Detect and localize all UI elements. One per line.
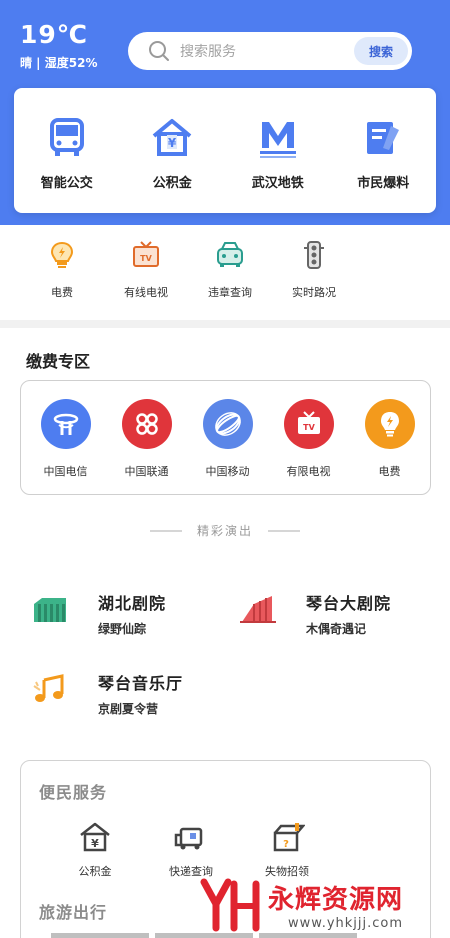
report-icon (367, 122, 400, 154)
payment-section-title: 缴费专区 (26, 352, 91, 371)
convenience-row: ¥ 公积金 快递查询 ? 失物招领 (47, 821, 335, 879)
search-input[interactable]: 搜索服务 (180, 41, 354, 61)
pay-electricity[interactable]: 电费 (349, 381, 430, 494)
payment-label: 有限电视 (286, 465, 331, 478)
service-housing-fund[interactable]: ¥ 公积金 (120, 88, 226, 213)
payment-label: 中国电信 (43, 465, 88, 478)
svg-text:¥: ¥ (91, 837, 99, 850)
quick-cable-tv[interactable]: TV 有线电视 (104, 240, 188, 300)
quick-service-label: 电费 (51, 286, 73, 299)
tv-icon: TV (283, 399, 334, 449)
quick-traffic-status[interactable]: 实时路况 (272, 240, 356, 300)
payment-label: 中国移动 (205, 465, 250, 478)
service-label: 武汉地铁 (251, 176, 304, 191)
tv-icon: TV (133, 241, 159, 267)
lost-found-box-icon: ? (273, 823, 305, 852)
bus-icon (49, 118, 84, 156)
payment-label: 中国联通 (124, 465, 169, 478)
china-unicom-icon (121, 399, 172, 449)
travel-title: 旅游出行 (39, 903, 108, 922)
venue-show: 京剧夏令营 (98, 702, 159, 716)
section-divider (0, 320, 450, 328)
divider-line (150, 529, 182, 532)
venue-qintai-grand-theater[interactable]: 琴台大剧院 木偶奇遇记 (240, 590, 391, 637)
china-telecom-icon (40, 399, 91, 449)
venue-show: 绿野仙踪 (98, 622, 147, 636)
temperature: 19℃ (20, 20, 89, 49)
watermark-name: 永辉资源网 (268, 885, 404, 915)
theater-building-icon (34, 598, 66, 622)
service-report[interactable]: 市民爆料 (331, 88, 437, 213)
weather-description: 晴 | 湿度52% (20, 56, 98, 70)
housing-fund-icon: ¥ (152, 119, 192, 156)
search-bar[interactable]: 搜索服务 搜索 (128, 32, 412, 70)
search-button[interactable]: 搜索 (354, 37, 408, 65)
electricity-bulb-icon (50, 241, 74, 268)
electricity-bulb-icon (364, 399, 415, 449)
service-label: 市民爆料 (357, 176, 410, 191)
payment-card: 中国电信 中国联通 中国移动 TV 有限电视 电费 (20, 380, 431, 495)
metro-icon (259, 122, 296, 158)
watermark-logo-icon (200, 878, 260, 932)
delivery-truck-icon (174, 827, 203, 850)
svg-text:TV: TV (303, 423, 315, 432)
search-icon (149, 41, 169, 61)
pay-china-telecom[interactable]: 中国电信 (25, 381, 106, 494)
convenience-delivery[interactable]: 快递查询 (143, 821, 239, 879)
performances-title: 精彩演出 (196, 524, 253, 538)
pay-china-unicom[interactable]: 中国联通 (106, 381, 187, 494)
pay-cable-tv[interactable]: TV 有限电视 (268, 381, 349, 494)
svg-text:¥: ¥ (168, 136, 177, 150)
traffic-light-icon (304, 241, 324, 269)
service-label: 智能公交 (40, 176, 93, 191)
svg-text:TV: TV (140, 254, 152, 263)
convenience-housing-fund[interactable]: ¥ 公积金 (47, 821, 143, 879)
venue-name: 琴台大剧院 (306, 594, 392, 613)
venue-qintai-concert-hall[interactable]: 琴台音乐厅 京剧夏令营 (32, 670, 183, 717)
china-mobile-icon (202, 399, 253, 449)
service-bus[interactable]: 智能公交 (14, 88, 120, 213)
main-services-card: 智能公交 ¥ 公积金 武汉地铁 市民爆料 (14, 88, 436, 213)
venue-name: 湖北剧院 (98, 594, 167, 613)
quick-service-label: 有线电视 (124, 286, 168, 299)
convenience-title: 便民服务 (39, 783, 108, 802)
grand-theater-icon (240, 596, 276, 623)
venue-name: 琴台音乐厅 (98, 674, 184, 693)
venue-show: 木偶奇遇记 (306, 622, 367, 636)
weather-widget: 19℃ 晴 | 湿度52% (20, 20, 97, 71)
music-note-icon (33, 674, 64, 702)
housing-fund-icon: ¥ (80, 822, 110, 852)
car-icon (217, 242, 243, 267)
svg-text:?: ? (283, 839, 289, 850)
quick-services-row: 电费 TV 有线电视 违章查询 实时路况 (20, 240, 356, 300)
performances-header: 精彩演出 (150, 522, 300, 539)
watermark: 永辉资源网 www.yhkjjj.com (198, 876, 403, 934)
watermark-url: www.yhkjjj.com (287, 916, 404, 931)
convenience-label: 公积金 (78, 865, 112, 878)
travel-tab-bar (51, 933, 149, 938)
quick-violation-query[interactable]: 违章查询 (188, 240, 272, 300)
service-label: 公积金 (152, 176, 192, 191)
quick-service-label: 违章查询 (208, 286, 252, 299)
quick-electricity[interactable]: 电费 (20, 240, 104, 300)
divider-line (267, 529, 300, 532)
pay-china-mobile[interactable]: 中国移动 (187, 381, 268, 494)
payment-label: 电费 (378, 465, 401, 478)
convenience-lost-found[interactable]: ? 失物招领 (239, 821, 335, 879)
service-metro[interactable]: 武汉地铁 (225, 88, 331, 213)
quick-service-label: 实时路况 (292, 286, 336, 299)
venue-hubei-theater[interactable]: 湖北剧院 绿野仙踪 (32, 590, 166, 637)
